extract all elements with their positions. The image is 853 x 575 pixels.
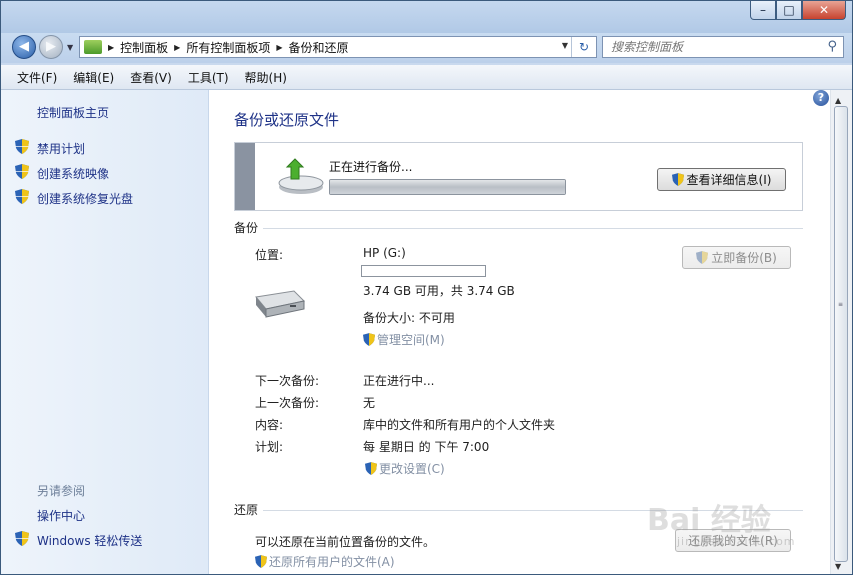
menu-edit[interactable]: 编辑(E) [65,69,122,86]
backup-progress-bar [329,179,566,195]
watermark-logo: Bai 经验 [647,503,771,538]
search-icon[interactable]: ⚲ [827,39,837,54]
last-backup-label: 上一次备份: [255,396,320,410]
drive-capacity-bar [361,265,486,277]
view-details-button[interactable]: 查看详细信息(I) [657,168,786,191]
refresh-icon[interactable]: ↻ [571,37,596,57]
restore-description: 可以还原在当前位置备份的文件。 [255,535,436,549]
backup-now-label: 立即备份(B) [711,251,777,265]
close-button[interactable]: ✕ [802,1,846,20]
change-settings-link[interactable]: 更改设置(C) [365,460,445,477]
create-repair-disc-link[interactable]: 创建系统修复光盘 [37,190,133,207]
chevron-right-icon[interactable]: ▶ [108,43,114,52]
contents-value: 库中的文件和所有用户的个人文件夹 [363,418,556,432]
chevron-right-icon[interactable]: ▶ [276,43,282,52]
view-details-label: 查看详细信息(I) [686,173,772,187]
control-panel-icon [84,40,102,54]
schedule-label: 计划: [255,440,284,454]
grip-icon: ≡ [838,301,844,308]
change-settings-label: 更改设置(C) [379,462,445,476]
manage-space-link[interactable]: 管理空间(M) [363,331,445,348]
window: – □ ✕ ◀ ▶ ▼ ▶ 控制面板 ▶ 所有控制面板项 ▶ 备份和还原 ▼ ↻… [0,0,853,575]
menu-file[interactable]: 文件(F) [1,69,65,86]
schedule-value: 每 星期日 的 下午 7:00 [363,440,490,454]
action-center-link[interactable]: 操作中心 [37,507,85,524]
search-box[interactable]: ⚲ [602,36,844,58]
search-input[interactable] [611,38,821,56]
location-value: HP (G:) [363,246,406,260]
scroll-down-icon[interactable]: ▼ [835,562,841,571]
uac-shield-icon [363,333,375,346]
scrollbar-thumb[interactable]: ≡ [834,106,848,562]
backup-status-text: 正在进行备份... [329,160,413,174]
status-strip [235,143,255,210]
manage-space-label: 管理空间(M) [377,333,445,347]
menu-help[interactable]: 帮助(H) [237,69,295,86]
chevron-right-icon[interactable]: ▶ [174,43,180,52]
recent-pages-dropdown-icon[interactable]: ▼ [67,43,73,52]
title-bar[interactable]: – □ ✕ [1,1,852,33]
section-divider [263,228,803,229]
backup-section-heading: 备份 [234,221,259,235]
uac-shield-icon [15,164,29,179]
menu-view[interactable]: 查看(V) [122,69,180,86]
uac-shield-icon [15,139,29,154]
breadcrumb-control-panel[interactable]: 控制面板 [120,39,168,56]
forward-button[interactable]: ▶ [39,35,63,59]
help-icon[interactable]: ? [813,90,829,106]
caption-buttons: – □ ✕ [750,1,846,21]
next-backup-label: 下一次备份: [255,374,320,388]
create-system-image-link[interactable]: 创建系统映像 [37,165,109,182]
control-panel-home-link[interactable]: 控制面板主页 [37,104,109,121]
disable-schedule-link[interactable]: 禁用计划 [37,140,85,157]
backup-now-button[interactable]: 立即备份(B) [682,246,791,269]
uac-shield-icon [15,189,29,204]
minimize-button[interactable]: – [750,1,776,20]
page-title: 备份或还原文件 [234,111,340,129]
navigation-bar: ◀ ▶ ▼ ▶ 控制面板 ▶ 所有控制面板项 ▶ 备份和还原 ▼ ↻ ⚲ [1,33,852,63]
restore-section-heading: 还原 [234,503,259,517]
menu-bar: 文件(F) 编辑(E) 查看(V) 工具(T) 帮助(H) [1,65,852,90]
watermark-url: jingyan.baidu.com [677,535,796,548]
windows-easy-transfer-link[interactable]: Windows 轻松传送 [37,532,142,549]
uac-shield-icon [671,173,684,186]
address-dropdown-icon[interactable]: ▼ [562,41,568,50]
uac-shield-icon [365,462,377,475]
back-button[interactable]: ◀ [12,35,36,59]
backup-in-progress-icon [278,158,324,194]
backup-size-text: 备份大小: 不可用 [363,311,455,325]
breadcrumb-all-items[interactable]: 所有控制面板项 [186,39,270,56]
task-pane [1,90,209,574]
location-label: 位置: [255,248,284,262]
see-also-label: 另请参阅 [37,484,86,498]
hard-drive-icon [255,290,306,318]
maximize-button[interactable]: □ [776,1,802,20]
breadcrumb-backup-restore[interactable]: 备份和还原 [289,39,349,56]
backup-progress-fill [330,180,565,194]
menu-tools[interactable]: 工具(T) [180,69,237,86]
contents-label: 内容: [255,418,284,432]
uac-shield-icon [696,251,709,264]
uac-shield-icon [255,555,267,568]
free-space-text: 3.74 GB 可用，共 3.74 GB [363,284,515,298]
uac-shield-icon [15,531,29,546]
restore-all-users-link[interactable]: 还原所有用户的文件(A) [255,553,395,570]
last-backup-value: 无 [363,396,376,410]
scroll-up-icon[interactable]: ▲ [835,96,841,105]
next-backup-value: 正在进行中... [363,374,435,388]
restore-all-users-label: 还原所有用户的文件(A) [269,555,395,569]
address-bar[interactable]: ▶ 控制面板 ▶ 所有控制面板项 ▶ 备份和还原 ▼ ↻ [79,36,597,58]
vertical-scrollbar[interactable]: ▲ ≡ ▼ [830,90,852,574]
